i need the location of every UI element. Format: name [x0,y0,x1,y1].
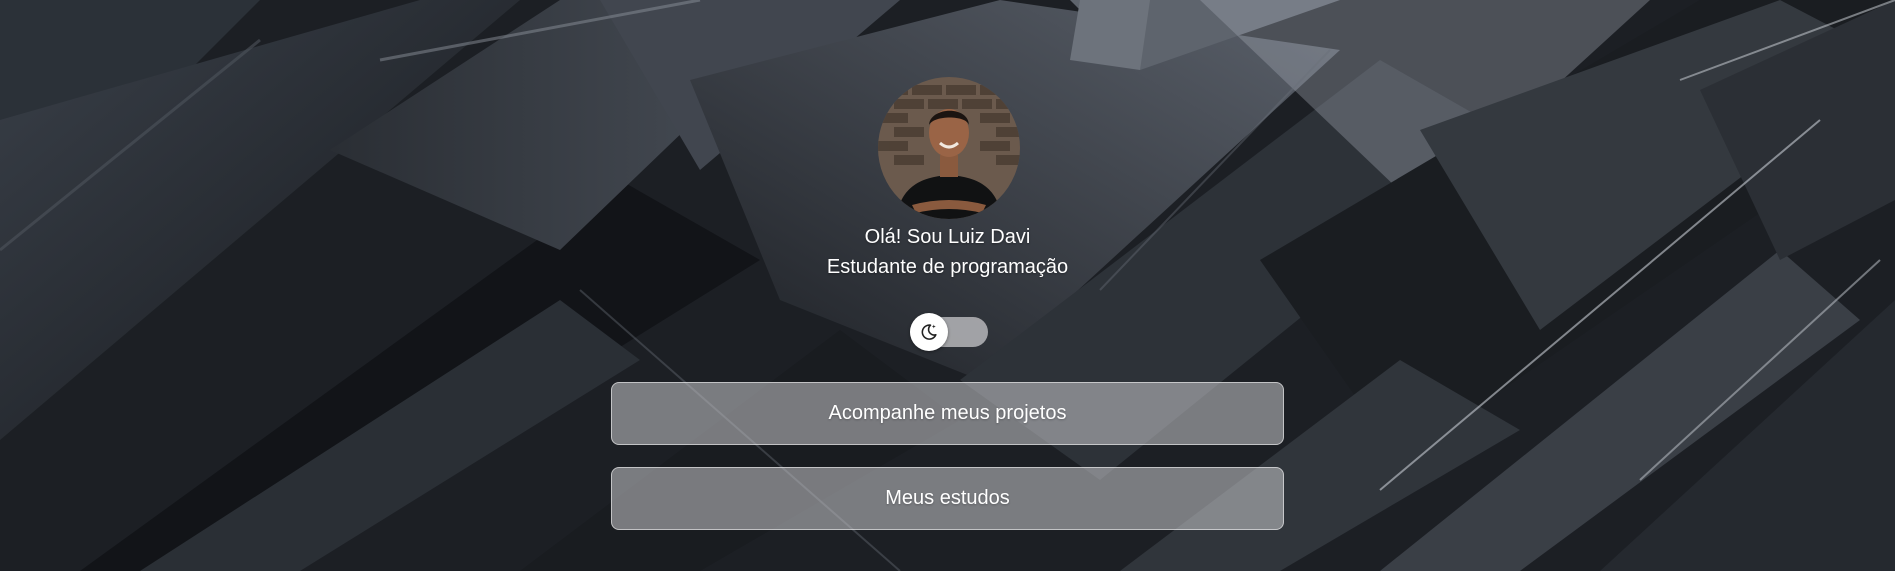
studies-button[interactable]: Meus estudos [611,467,1284,530]
avatar [878,77,1020,219]
greeting-text: Olá! Sou Luiz Davi [864,226,1031,248]
moon-star-icon [910,313,948,351]
theme-toggle[interactable] [910,313,988,351]
projects-button[interactable]: Acompanhe meus projetos [611,382,1284,445]
subtitle-text: Estudante de programação [826,256,1069,278]
